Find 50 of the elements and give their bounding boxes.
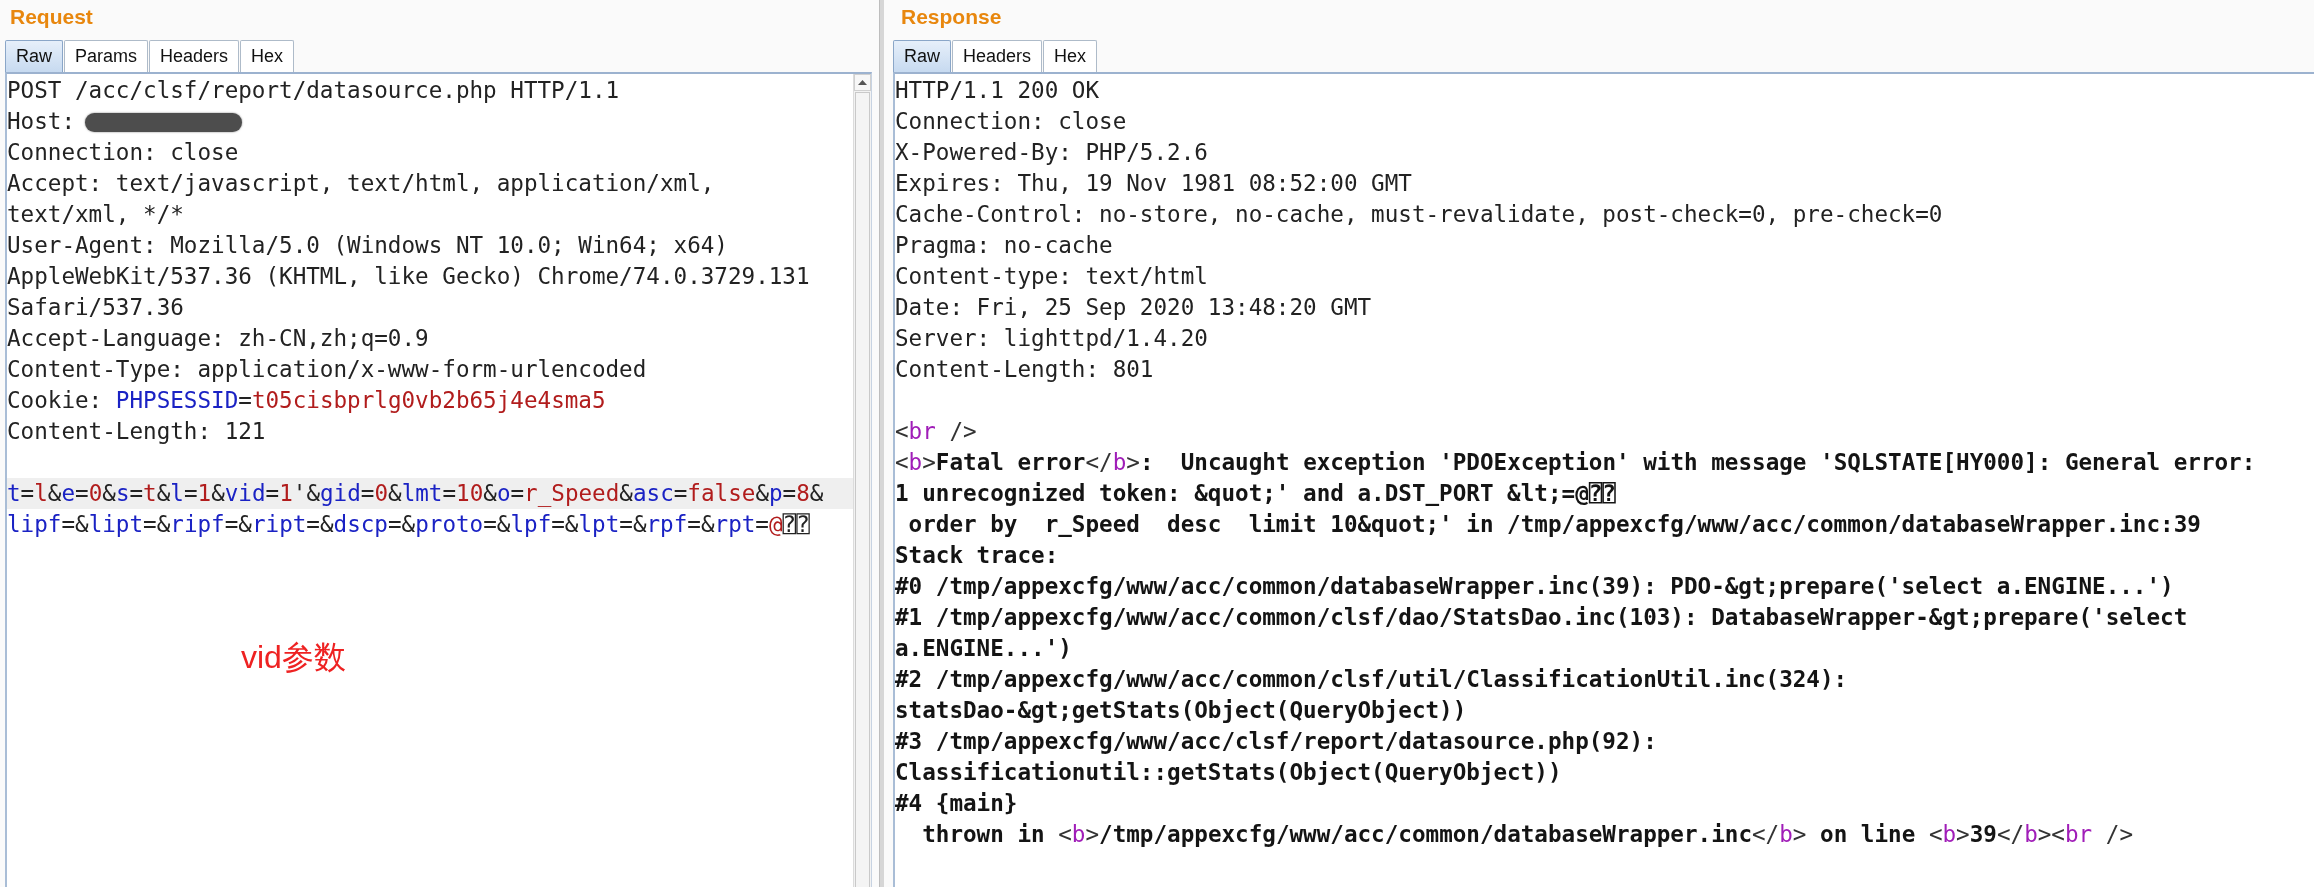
tab[interactable]: Hex (240, 40, 295, 72)
code-line: order by r_Speed desc limit 10&quot;' in /tmp/appexcfg/www/acc/common/databaseWrapper.inc:39 (907, 510, 2202, 539)
code-line: text/xml, */* (7, 200, 185, 229)
code-line: a.ENGINE...') (895, 634, 1073, 663)
code-line: 1 unrecognized token: &quot;' and a.DST_PORT &lt;=@⍰⍰ (895, 479, 1617, 508)
code-line: Connection: close (895, 107, 1128, 136)
code-line: AppleWebKit/537.36 (KHTML, like Gecko) Chrome/74.0.3729.131 (7, 262, 811, 291)
code-line: Content-type: text/html (895, 262, 1209, 291)
tab[interactable]: Headers (952, 40, 1043, 72)
code-line: HTTP/1.1 200 OK (895, 76, 1101, 105)
code-line: Cache-Control: no-store, no-cache, must-revalidate, post-check=0, pre-check=0 (895, 200, 1944, 229)
code-line: Date: Fri, 25 Sep 2020 13:48:20 GMT (895, 293, 1373, 322)
code-line: Safari/537.36 (7, 293, 185, 322)
code-line: #3 /tmp/appexcfg/www/acc/clsf/report/datasource.php(92): (895, 727, 1658, 756)
code-line: #4 {main} (895, 789, 1019, 818)
code-line: Cookie: PHPSESSID=t05cisbprlg0vb2b65j4e4sma5 (7, 386, 607, 415)
code-line: POST /acc/clsf/report/datasource.php HTTP/1.1 (7, 76, 621, 105)
code-line: Stack trace: (895, 541, 1060, 570)
code-line: statsDao-&gt;getStats(Object(QueryObject)) (895, 696, 1468, 725)
code-line: <b>Fatal error</b>: Uncaught exception 'PDOException' with message 'SQLSTATE[HY000]: General error: (895, 448, 2257, 477)
code-line: lipf=&lipt=&ripf=&ript=&dscp=&proto=&lpf=&lpt=&rpf=&rpt=@⍰⍰ (7, 510, 811, 539)
tab[interactable]: Params (64, 40, 149, 72)
annotation-text: vid参数 (241, 638, 346, 677)
code-line: #0 /tmp/appexcfg/www/acc/common/databaseWrapper.inc(39): PDO-&gt;prepare('select a.ENGINE...') (895, 572, 2175, 601)
code-line: Pragma: no-cache (895, 231, 1114, 260)
panel-title: Request (9, 4, 93, 30)
code-line: X-Powered-By: PHP/5.2.6 (895, 138, 1209, 167)
code-line: Connection: close (7, 138, 240, 167)
code-line: Content-Length: 121 (7, 417, 267, 446)
panel-title: Response (900, 4, 1002, 30)
code-line: Expires: Thu, 19 Nov 1981 08:52:00 GMT (895, 169, 1413, 198)
code-line: Content-Type: application/x-www-form-urlencoded (7, 355, 648, 384)
tab[interactable]: Raw (5, 40, 63, 72)
tab[interactable]: Hex (1043, 40, 1098, 72)
scrollbar-thumb[interactable] (855, 92, 870, 887)
code-line: Classificationutil::getStats(Object(QueryObject)) (895, 758, 1563, 787)
code-line: Content-Length: 801 (895, 355, 1155, 384)
code-line: Host: (7, 108, 75, 134)
code-line: Accept-Language: zh-CN,zh;q=0.9 (7, 324, 430, 353)
code-line: #1 /tmp/appexcfg/www/acc/common/clsf/dao/StatsDao.inc(103): DatabaseWrapper-&gt;prepare('select (895, 603, 2189, 632)
up-arrow-icon (858, 80, 867, 85)
code-line: thrown in <b>/tmp/appexcfg/www/acc/common/databaseWrapper.inc</b> on line <b>39</b><br /> (921, 820, 2134, 849)
code-line: #2 /tmp/appexcfg/www/acc/common/clsf/util/ClassificationUtil.inc(324): (895, 665, 1849, 694)
tab[interactable]: Headers (149, 40, 240, 72)
code-line: User-Agent: Mozilla/5.0 (Windows NT 10.0; Win64; x64) (7, 231, 729, 260)
code-line: <br /> (895, 417, 978, 446)
code-line: Accept: text/javascript, text/html, application/xml, (7, 169, 716, 198)
tab[interactable]: Raw (893, 40, 951, 72)
scroll-up-button[interactable] (854, 74, 871, 91)
code-line: Server: lighttpd/1.4.20 (895, 324, 1209, 353)
